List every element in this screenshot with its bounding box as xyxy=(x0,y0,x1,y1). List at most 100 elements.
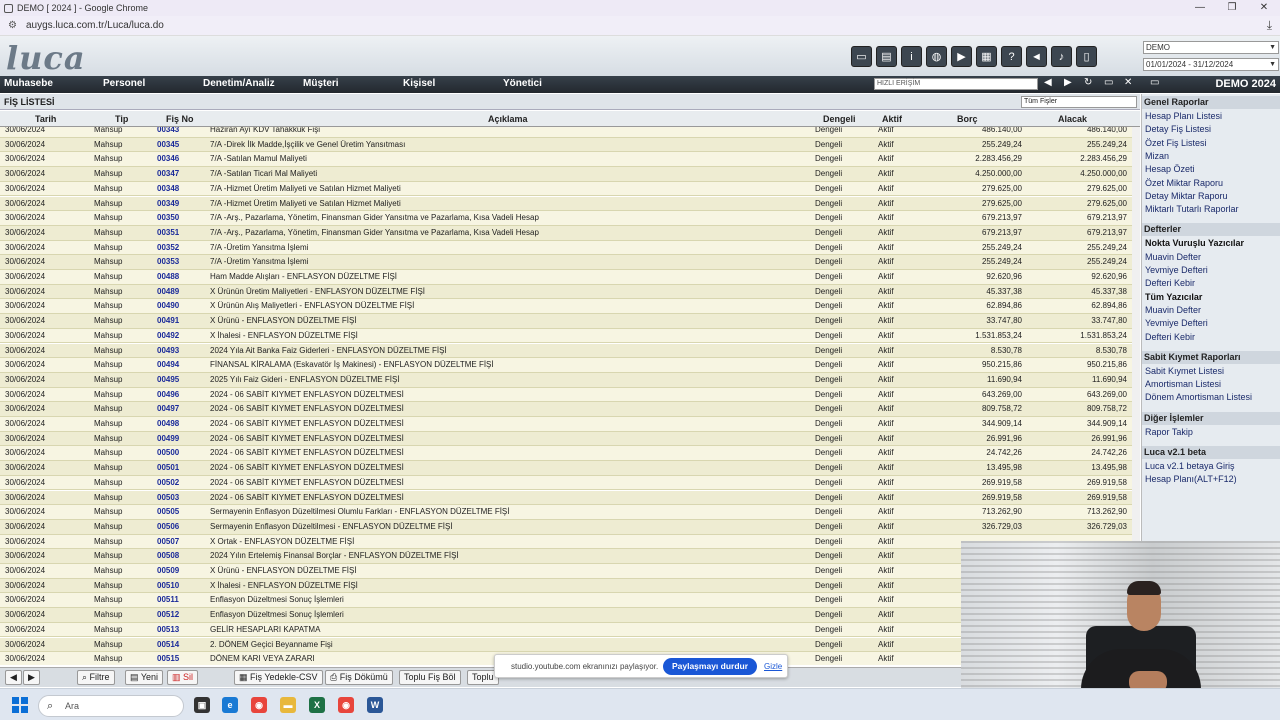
nav-denetim-analiz[interactable]: Denetim/Analiz xyxy=(203,78,275,89)
delete-button[interactable]: ▥ Sil xyxy=(167,670,199,685)
row-no[interactable]: 00343 xyxy=(157,127,179,136)
row-no[interactable]: 00503 xyxy=(157,491,179,504)
row-no[interactable]: 00511 xyxy=(157,593,179,606)
row-no[interactable]: 00492 xyxy=(157,329,179,342)
row-no[interactable]: 00501 xyxy=(157,461,179,474)
table-row[interactable]: 30/06/2024 Mahsup 00503 2024 - 06 SABİT KIY… xyxy=(0,490,1132,506)
next-page-button[interactable]: ▶ xyxy=(23,670,40,685)
col-date[interactable]: Tarih xyxy=(35,114,56,124)
row-no[interactable]: 00514 xyxy=(157,638,179,651)
megaphone-icon[interactable]: ◄ xyxy=(1026,46,1047,67)
hide-link[interactable]: Gizle xyxy=(764,662,782,671)
table-row[interactable]: 30/06/2024 Mahsup 00346 7/A -Satılan Mamul … xyxy=(0,152,1132,168)
table-row[interactable]: 30/06/2024 Mahsup 00489 X Ürünün Üretim Mal… xyxy=(0,284,1132,300)
row-no[interactable]: 00497 xyxy=(157,402,179,415)
row-no[interactable]: 00496 xyxy=(157,388,179,401)
nav-muhasebe[interactable]: Muhasebe xyxy=(4,78,53,89)
refresh-icon[interactable]: ↻ xyxy=(1084,77,1092,88)
row-no[interactable]: 00512 xyxy=(157,608,179,621)
row-no[interactable]: 00515 xyxy=(157,652,179,665)
excel-icon[interactable]: X xyxy=(309,697,325,713)
forward-icon[interactable]: ▶ xyxy=(1064,77,1072,88)
row-no[interactable]: 00352 xyxy=(157,241,179,254)
row-no[interactable]: 00507 xyxy=(157,535,179,548)
chrome-icon[interactable]: ◉ xyxy=(251,697,267,713)
task-view-icon[interactable]: ▣ xyxy=(194,697,210,713)
row-no[interactable]: 00498 xyxy=(157,417,179,430)
table-row[interactable]: 30/06/2024 Mahsup 00493 2024 Yıla Ait Banka… xyxy=(0,343,1132,359)
panel-link[interactable]: Özet Miktar Raporu xyxy=(1145,178,1223,188)
stop-sharing-button[interactable]: Paylaşmayı durdur xyxy=(663,658,757,675)
word-icon[interactable]: W xyxy=(367,697,383,713)
bulk-split-button[interactable]: Toplu Fiş Böl xyxy=(399,670,461,685)
nav-yonetici[interactable]: Yönetici xyxy=(503,78,542,89)
download-icon[interactable]: ⤓ xyxy=(1267,18,1272,33)
panel-link[interactable]: Yevmiye Defteri xyxy=(1145,318,1208,328)
screen-icon[interactable]: ▭ xyxy=(1150,77,1159,88)
panel-link[interactable]: Mizan xyxy=(1145,151,1169,161)
info-icon[interactable]: i xyxy=(901,46,922,67)
nav-musteri[interactable]: Müşteri xyxy=(303,78,339,89)
table-row[interactable]: 30/06/2024 Mahsup 00347 7/A -Satılan Ticari… xyxy=(0,167,1132,182)
company-select[interactable]: DEMO ▼ xyxy=(1143,41,1279,54)
close-window-button[interactable]: ✕ xyxy=(1248,0,1280,16)
table-row[interactable]: 30/06/2024 Mahsup 00343 Haziran Ayı KDV Tah… xyxy=(0,127,1132,138)
windows-start-icon[interactable] xyxy=(12,697,28,713)
table-row[interactable]: 30/06/2024 Mahsup 00488 Ham Madde Alışları … xyxy=(0,270,1132,285)
prev-page-button[interactable]: ◀ xyxy=(5,670,22,685)
col-type[interactable]: Tip xyxy=(115,114,128,124)
row-no[interactable]: 00491 xyxy=(157,314,179,327)
calculator-icon[interactable]: ▦ xyxy=(976,46,997,67)
table-row[interactable]: 30/06/2024 Mahsup 00353 7/A -Üretim Yansıtm… xyxy=(0,255,1132,270)
help-icon[interactable]: ? xyxy=(1001,46,1022,67)
table-row[interactable]: 30/06/2024 Mahsup 00502 2024 - 06 SABİT KIY… xyxy=(0,475,1132,491)
url-text[interactable]: auygs.luca.com.tr/Luca/luca.do xyxy=(26,20,164,31)
row-no[interactable]: 00350 xyxy=(157,211,179,224)
table-row[interactable]: 30/06/2024 Mahsup 00349 7/A -Hizmet Üretim … xyxy=(0,196,1132,212)
nav-personel[interactable]: Personel xyxy=(103,78,145,89)
panel-link[interactable]: Hesap Özeti xyxy=(1145,164,1195,174)
row-no[interactable]: 00488 xyxy=(157,270,179,283)
youtube-icon[interactable]: ▶ xyxy=(951,46,972,67)
col-desc[interactable]: Açıklama xyxy=(488,114,528,124)
table-row[interactable]: 30/06/2024 Mahsup 00352 7/A -Üretim Yansıtm… xyxy=(0,240,1132,256)
row-no[interactable]: 00502 xyxy=(157,476,179,489)
row-no[interactable]: 00346 xyxy=(157,152,179,165)
panel-link[interactable]: Luca v2.1 betaya Giriş xyxy=(1145,461,1235,471)
voucher-filter-select[interactable]: Tüm Fişler xyxy=(1021,96,1137,108)
panel-link[interactable]: Detay Miktar Raporu xyxy=(1145,191,1228,201)
row-no[interactable]: 00351 xyxy=(157,226,179,239)
backup-csv-button[interactable]: ▦ Fiş Yedekle-CSV xyxy=(234,670,323,685)
panel-link[interactable]: Muavin Defter xyxy=(1145,252,1201,262)
row-no[interactable]: 00499 xyxy=(157,432,179,445)
col-active[interactable]: Aktif xyxy=(882,114,902,124)
row-no[interactable]: 00345 xyxy=(157,138,179,151)
row-no[interactable]: 00489 xyxy=(157,285,179,298)
row-no[interactable]: 00513 xyxy=(157,623,179,636)
panel-link[interactable]: Sabit Kıymet Listesi xyxy=(1145,366,1224,376)
panel-link[interactable]: Özet Fiş Listesi xyxy=(1145,138,1207,148)
globe-icon[interactable]: ◍ xyxy=(926,46,947,67)
filter-button[interactable]: ⌕ Filtre xyxy=(77,670,115,685)
row-no[interactable]: 00510 xyxy=(157,579,179,592)
panel-link[interactable]: Hesap Planı Listesi xyxy=(1145,111,1222,121)
edge-icon[interactable]: e xyxy=(222,697,238,713)
address-bar[interactable]: ⚙ auygs.luca.com.tr/Luca/luca.do ⤓ xyxy=(0,16,1280,36)
table-row[interactable]: 30/06/2024 Mahsup 00506 Sermayenin Enflasyo… xyxy=(0,519,1132,535)
row-no[interactable]: 00490 xyxy=(157,299,179,312)
row-no[interactable]: 00508 xyxy=(157,549,179,562)
table-row[interactable]: 30/06/2024 Mahsup 00501 2024 - 06 SABİT KIY… xyxy=(0,461,1132,476)
panel-link[interactable]: Defteri Kebir xyxy=(1145,278,1195,288)
chrome-profile-icon[interactable]: ◉ xyxy=(338,697,354,713)
table-row[interactable]: 30/06/2024 Mahsup 00492 X İhalesi - ENFLASY… xyxy=(0,328,1132,344)
panel-link[interactable]: Defteri Kebir xyxy=(1145,332,1195,342)
file-explorer-icon[interactable]: ▬ xyxy=(280,697,296,713)
table-row[interactable]: 30/06/2024 Mahsup 00498 2024 - 06 SABİT KIY… xyxy=(0,417,1132,432)
quick-access-select[interactable]: HIZLI ERİŞİM xyxy=(874,78,1038,90)
taskbar-search[interactable]: ⌕ Ara xyxy=(38,695,184,717)
calendar-icon[interactable]: ▭ xyxy=(851,46,872,67)
notebook-icon[interactable]: ▯ xyxy=(1076,46,1097,67)
window-icon[interactable]: ▭ xyxy=(1104,77,1113,88)
panel-link[interactable]: Amortisman Listesi xyxy=(1145,379,1221,389)
row-no[interactable]: 00493 xyxy=(157,344,179,357)
